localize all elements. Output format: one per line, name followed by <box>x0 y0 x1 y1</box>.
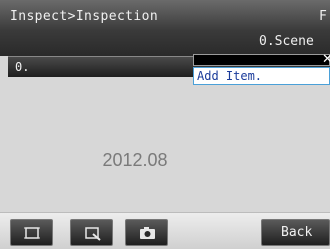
header-bar: Inspect>Inspection F 0.Scene <box>0 0 330 56</box>
menu-item-add-item[interactable]: Add Item. <box>193 67 330 85</box>
back-button[interactable]: Back <box>261 219 330 246</box>
menu-item-label: Add Item. <box>197 69 263 83</box>
camera-icon <box>140 227 155 239</box>
zoom-icon <box>85 227 101 241</box>
context-menu: ✕ Add Item. <box>193 52 330 99</box>
camera-button[interactable] <box>125 219 168 246</box>
frame-icon <box>24 227 40 239</box>
row-label: 0. <box>15 60 30 74</box>
zoom-button[interactable] <box>70 219 113 246</box>
back-label: Back <box>281 225 313 240</box>
header-right-label: F <box>319 9 327 24</box>
scene-label[interactable]: 0.Scene <box>259 34 314 49</box>
measured-value: 2012.08 <box>102 150 168 170</box>
page-title: Inspect>Inspection <box>10 9 159 24</box>
menu-header: ✕ <box>193 52 330 67</box>
screen: Inspect>Inspection F 0.Scene 0. 2012.08 … <box>0 0 330 249</box>
bottom-toolbar: Back <box>0 212 330 249</box>
close-icon[interactable]: ✕ <box>322 52 330 67</box>
frame-button[interactable] <box>10 219 53 246</box>
